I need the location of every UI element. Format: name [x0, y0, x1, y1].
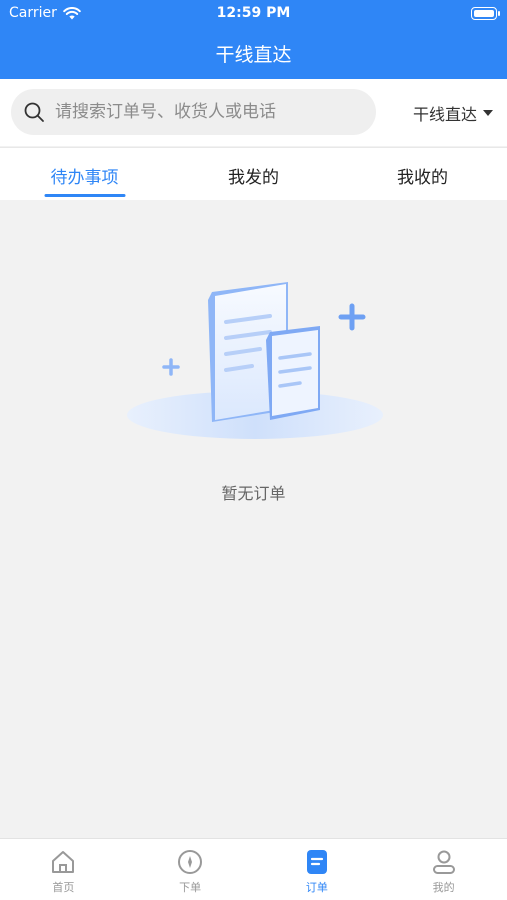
profile-icon [432, 850, 455, 874]
search-icon [24, 102, 44, 122]
search-bar: 干线直达 [0, 79, 507, 146]
nav-orders[interactable]: 订单 [254, 839, 381, 900]
status-time: 12:59 PM [216, 5, 291, 21]
tab-sent[interactable]: 我发的 [169, 148, 338, 200]
nav-orders-label: 订单 [305, 881, 328, 894]
nav-profile[interactable]: 我的 [380, 839, 507, 900]
empty-message: 暂无订单 [221, 484, 286, 503]
nav-place-order[interactable]: 下单 [127, 839, 254, 900]
caret-down-icon [483, 110, 493, 116]
route-selector-label: 干线直达 [412, 105, 477, 124]
app-header: Carrier 12:59 PM 干线直达 [0, 0, 507, 79]
order-icon [306, 850, 327, 874]
empty-documents-illustration [127, 282, 383, 439]
nav-home[interactable]: 首页 [0, 839, 127, 900]
compass-icon [178, 850, 203, 874]
order-tabs: 待办事项 我发的 我收的 [0, 147, 507, 200]
status-bar: Carrier 12:59 PM [0, 0, 507, 28]
tab-todo[interactable]: 待办事项 [0, 148, 169, 200]
empty-state: 暂无订单 [0, 200, 507, 838]
nav-profile-label: 我的 [432, 881, 455, 894]
bottom-nav: 首页 下单 订单 我的 [0, 838, 507, 900]
battery-icon [471, 7, 500, 20]
nav-home-label: 首页 [52, 881, 75, 894]
page-title: 干线直达 [215, 44, 292, 66]
nav-place-order-label: 下单 [179, 881, 202, 894]
search-input[interactable] [55, 102, 355, 122]
home-icon [52, 851, 75, 873]
tab-received[interactable]: 我收的 [338, 148, 507, 200]
route-selector[interactable]: 干线直达 [413, 101, 493, 125]
search-box[interactable] [11, 89, 376, 135]
